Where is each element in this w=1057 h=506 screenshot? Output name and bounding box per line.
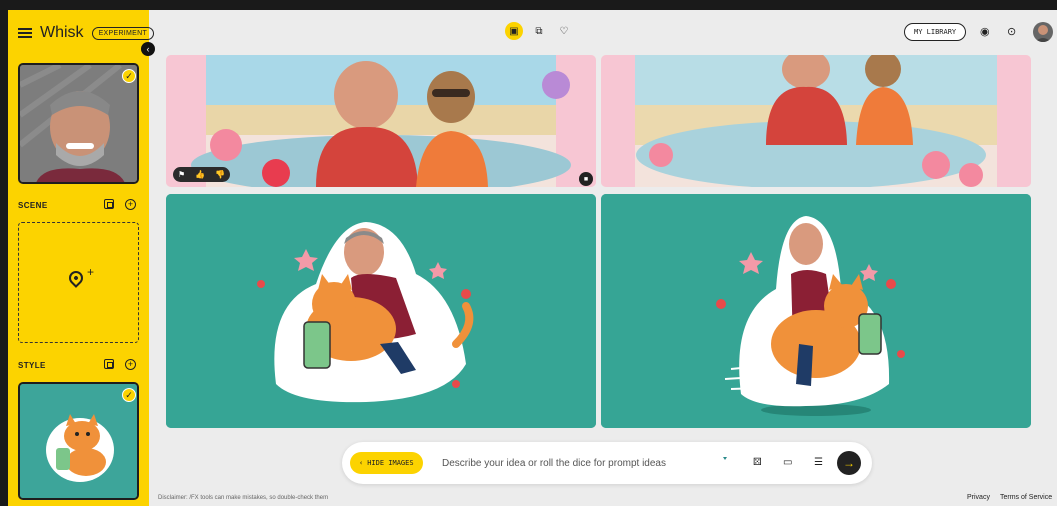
scene-dropzone[interactable]: + <box>18 222 139 343</box>
aspect-ratio-icon[interactable]: ▭ <box>783 457 792 468</box>
sidebar: Whisk EXPERIMENT ✓ SCENE + + STYLE + ✓ <box>8 10 155 506</box>
privacy-link[interactable]: Privacy <box>967 494 990 501</box>
disclaimer-text: Disclaimer: /FX tools can make mistakes,… <box>158 495 329 501</box>
brand: Whisk EXPERIMENT <box>18 24 155 42</box>
favorites-heart-icon[interactable]: ♡ <box>555 22 573 40</box>
generated-image-3[interactable] <box>166 194 596 428</box>
generated-image-2[interactable] <box>601 55 1031 187</box>
image-action-bar: ⚑ 👍 👎 <box>173 167 231 182</box>
hamburger-menu-icon[interactable] <box>18 28 32 38</box>
mode-toggle: ▣ ⧉ ♡ <box>505 22 573 40</box>
brand-name: Whisk <box>40 24 84 41</box>
experiment-badge: EXPERIMENT <box>91 26 155 40</box>
generated-image-4[interactable] <box>601 194 1031 428</box>
chevron-left-icon: ‹ <box>359 459 364 467</box>
hide-images-label: HIDE IMAGES <box>367 459 414 467</box>
add-plus-icon: + <box>87 265 95 279</box>
style-selected-check-icon: ✓ <box>122 388 136 402</box>
style-add-icon[interactable]: + <box>125 359 136 370</box>
help-icon[interactable]: ⊙ <box>1007 25 1016 38</box>
prompt-bar: ‹ HIDE IMAGES ⚄ ▭ ☰ → <box>342 442 872 484</box>
cursor-caret-icon <box>723 457 727 460</box>
style-image-icon[interactable] <box>104 359 114 369</box>
app-window: Whisk EXPERIMENT ✓ SCENE + + STYLE + ✓ ‹… <box>8 10 1057 506</box>
style-sticker-cat <box>20 384 137 498</box>
image-mode-icon[interactable]: ▣ <box>505 22 523 40</box>
style-image-card[interactable]: ✓ <box>18 382 139 500</box>
dice-icon[interactable]: ⚄ <box>753 457 762 468</box>
my-library-button[interactable]: MY LIBRARY <box>904 23 967 41</box>
thumbs-up-icon[interactable]: 👍 <box>195 170 205 179</box>
generated-image-1[interactable] <box>166 55 596 187</box>
hide-images-button[interactable]: ‹ HIDE IMAGES <box>350 452 423 474</box>
thumbs-down-icon[interactable]: 👎 <box>215 170 225 179</box>
submit-arrow-button[interactable]: → <box>837 451 861 475</box>
animate-mode-icon[interactable]: ⧉ <box>530 22 548 40</box>
location-pin-icon <box>66 268 86 288</box>
scene-add-icon[interactable]: + <box>125 199 136 210</box>
settings-sliders-icon[interactable]: ☰ <box>814 457 823 468</box>
scene-label: SCENE <box>18 201 48 210</box>
discord-icon[interactable]: ◉ <box>980 25 990 38</box>
user-avatar[interactable] <box>1033 22 1053 42</box>
collapse-sidebar-button[interactable]: ‹ <box>141 42 155 56</box>
style-label: STYLE <box>18 361 46 370</box>
prompt-input[interactable] <box>442 452 712 474</box>
subject-image-card[interactable]: ✓ <box>18 63 139 184</box>
report-flag-icon[interactable]: ⚑ <box>178 170 185 179</box>
terms-link[interactable]: Terms of Service <box>1000 494 1052 501</box>
selected-check-icon: ✓ <box>122 69 136 83</box>
scene-image-icon[interactable] <box>104 199 114 209</box>
delete-icon[interactable]: ■ <box>579 172 593 186</box>
subject-photo <box>20 65 137 182</box>
